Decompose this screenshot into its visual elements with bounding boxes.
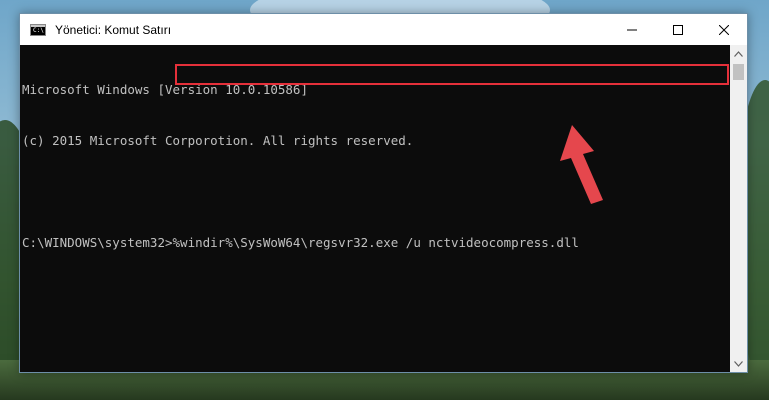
scroll-down-arrow-icon [734, 360, 743, 367]
scroll-down-button[interactable] [730, 355, 747, 372]
scroll-up-button[interactable] [730, 45, 747, 62]
command-prompt-window: C:\ Yönetici: Komut Satırı Microsoft Win… [19, 13, 748, 373]
cmd-icon-label: C:\ [33, 26, 44, 34]
console-line-copyright: (c) 2015 Microsoft Corporotion. All righ… [22, 133, 414, 148]
close-button[interactable] [701, 14, 747, 45]
window-title: Yönetici: Komut Satırı [55, 22, 172, 37]
vertical-scrollbar[interactable] [730, 45, 747, 372]
arrow-pointer-icon [560, 125, 603, 204]
maximize-icon [673, 24, 683, 35]
scrollbar-thumb[interactable] [733, 64, 744, 80]
scroll-up-arrow-icon [734, 50, 743, 57]
console-command[interactable]: %windir%\SysWoW64\regsvr32.exe /u nctvid… [173, 235, 579, 250]
close-icon [719, 24, 729, 35]
maximize-button[interactable] [655, 14, 701, 45]
console-command-line: C:\WINDOWS\system32>%windir%\SysWoW64\re… [22, 234, 731, 251]
minimize-icon [627, 29, 637, 30]
title-bar[interactable]: C:\ Yönetici: Komut Satırı [20, 14, 747, 45]
console-prompt: C:\WINDOWS\system32> [22, 235, 173, 250]
cmd-icon: C:\ [30, 23, 46, 36]
console-output[interactable]: Microsoft Windows [Version 10.0.10586] (… [20, 45, 731, 372]
window-controls [609, 14, 747, 45]
command-highlight-box [175, 64, 729, 85]
minimize-button[interactable] [609, 14, 655, 45]
